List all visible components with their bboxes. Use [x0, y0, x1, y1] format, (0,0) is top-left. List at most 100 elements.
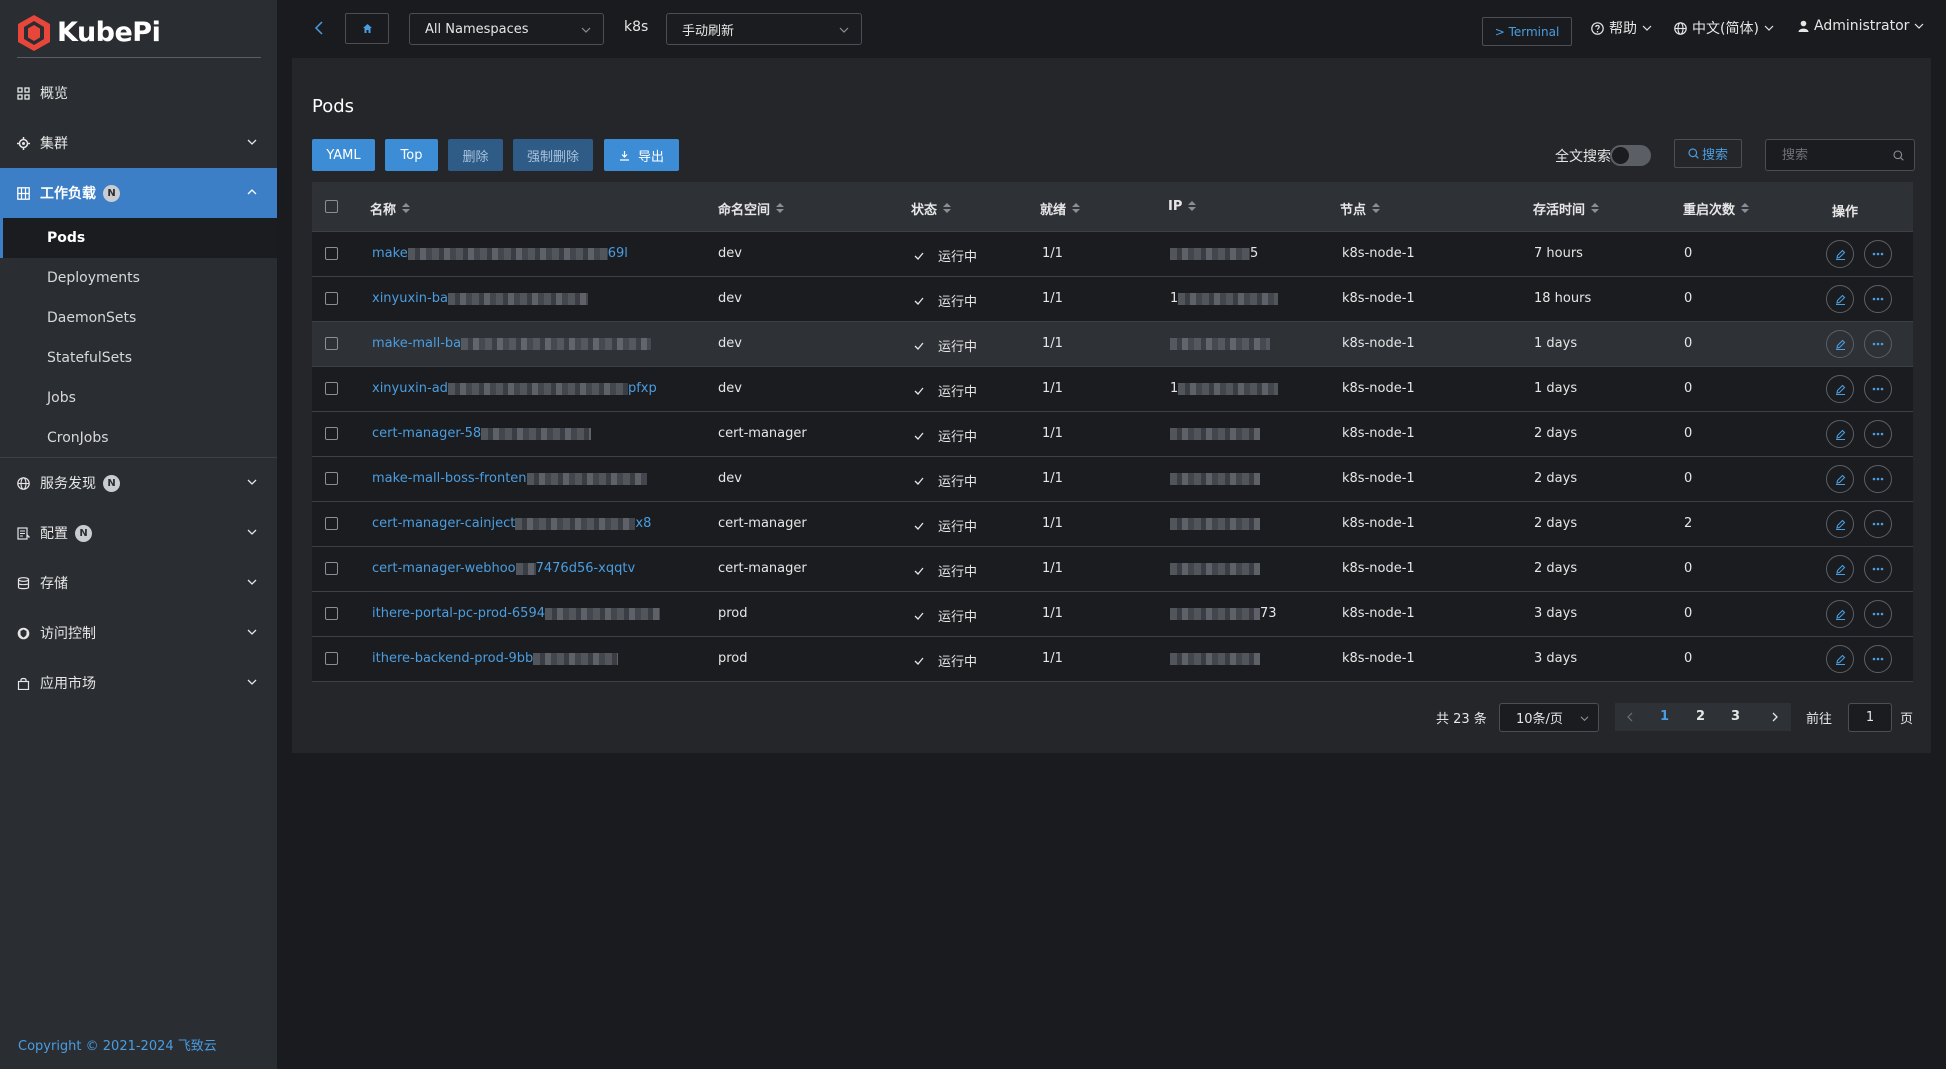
column-header-name[interactable]: 名称 — [370, 199, 411, 218]
home-button[interactable] — [345, 13, 389, 44]
more-actions-button[interactable] — [1864, 510, 1892, 538]
logo[interactable]: KubePi — [17, 8, 261, 58]
column-header-ip[interactable]: IP — [1168, 199, 1197, 214]
submenu-item-daemonsets[interactable]: DaemonSets — [0, 298, 277, 338]
copyright-link[interactable]: Copyright © 2021-2024 飞致云 — [18, 1035, 217, 1054]
search-button[interactable]: 搜索 — [1674, 139, 1742, 168]
edit-icon — [1835, 339, 1845, 350]
row-checkbox[interactable] — [325, 247, 338, 260]
sidebar-item-access-control[interactable]: 访问控制 — [0, 608, 277, 658]
more-actions-button[interactable] — [1864, 285, 1892, 313]
pod-name-link[interactable]: xinyuxin-ba — [372, 291, 588, 306]
table-row[interactable]: xinyuxin-ad pfxp dev 1/1 k8s-node-1 1 days 0 运行… — [312, 367, 1913, 412]
column-header-age[interactable]: 存活时间 — [1533, 199, 1600, 218]
pod-name-link[interactable]: ithere-portal-pc-prod-6594 — [372, 606, 660, 621]
help-menu[interactable]: 帮助 — [1591, 18, 1652, 38]
edit-button[interactable] — [1826, 555, 1854, 583]
more-actions-button[interactable] — [1864, 375, 1892, 403]
search-input[interactable] — [1766, 140, 1886, 170]
column-header-ready[interactable]: 就绪 — [1040, 199, 1081, 218]
row-checkbox[interactable] — [325, 562, 338, 575]
edit-button[interactable] — [1826, 645, 1854, 673]
page-2-button[interactable]: 2 — [1696, 709, 1705, 724]
refresh-select[interactable]: 手动刷新 — [666, 13, 862, 45]
sidebar-item-service-discovery[interactable]: 服务发现 N — [0, 458, 277, 508]
row-checkbox[interactable] — [325, 652, 338, 665]
edit-button[interactable] — [1826, 330, 1854, 358]
pod-name-link[interactable]: cert-manager-webhoo 7476d56-xqqtv — [372, 561, 635, 576]
edit-button[interactable] — [1826, 375, 1854, 403]
delete-button[interactable]: 删除 — [448, 139, 503, 171]
submenu-item-cronjobs[interactable]: CronJobs — [0, 418, 277, 458]
row-checkbox[interactable] — [325, 427, 338, 440]
pod-name-link[interactable]: cert-manager-58 — [372, 426, 592, 441]
row-checkbox[interactable] — [325, 472, 338, 485]
namespace-select[interactable]: All Namespaces — [409, 13, 604, 45]
row-checkbox[interactable] — [325, 337, 338, 350]
more-actions-button[interactable] — [1864, 645, 1892, 673]
more-actions-button[interactable] — [1864, 330, 1892, 358]
submenu-item-statefulsets[interactable]: StatefulSets — [0, 338, 277, 378]
table-row[interactable]: make-mall-ba dev 1/1 k8s-node-1 1 days 0 运行中 — [312, 322, 1913, 367]
column-header-status[interactable]: 状态 — [911, 199, 952, 218]
more-actions-button[interactable] — [1864, 555, 1892, 583]
table-row[interactable]: ithere-portal-pc-prod-6594 prod 1/1 k8s-nod… — [312, 592, 1913, 637]
select-all-checkbox[interactable] — [325, 200, 338, 213]
pod-name-link[interactable]: make-mall-ba — [372, 336, 652, 351]
row-checkbox[interactable] — [325, 517, 338, 530]
edit-button[interactable] — [1826, 285, 1854, 313]
goto-page-input[interactable]: 1 — [1848, 703, 1892, 732]
table-row[interactable]: cert-manager-webhoo 7476d56-xqqtv cert-man… — [312, 547, 1913, 592]
export-button[interactable]: 导出 — [604, 139, 679, 171]
pod-name-link[interactable]: ithere-backend-prod-9bb — [372, 651, 619, 666]
column-header-namespace[interactable]: 命名空间 — [718, 199, 785, 218]
edit-button[interactable] — [1826, 600, 1854, 628]
terminal-button[interactable]: > Terminal — [1482, 17, 1572, 46]
table-row[interactable]: make 69l dev 1/1 k8s-node-1 7 hours 0 运行中 5 — [312, 232, 1913, 277]
edit-button[interactable] — [1826, 465, 1854, 493]
top-button[interactable]: Top — [385, 139, 438, 171]
language-menu[interactable]: 中文(简体) — [1674, 18, 1774, 38]
user-menu[interactable]: Administrator — [1798, 18, 1924, 34]
sidebar-item-storage[interactable]: 存储 — [0, 558, 277, 608]
column-header-restarts[interactable]: 重启次数 — [1683, 199, 1750, 218]
fulltext-search-toggle[interactable] — [1610, 145, 1651, 166]
pod-name-link[interactable]: make 69l — [372, 246, 628, 261]
column-header-node[interactable]: 节点 — [1340, 199, 1381, 218]
sidebar-item-cluster[interactable]: 集群 — [0, 118, 277, 168]
table-row[interactable]: xinyuxin-ba dev 1/1 k8s-node-1 18 hours 0 运行中 1 — [312, 277, 1913, 322]
more-actions-button[interactable] — [1864, 600, 1892, 628]
sidebar-item-app-market[interactable]: 应用市场 — [0, 658, 277, 708]
table-row[interactable]: cert-manager-cainject x8 cert-manager 1/1 k8… — [312, 502, 1913, 547]
sidebar-item-config[interactable]: 配置 N — [0, 508, 277, 558]
force-delete-button[interactable]: 强制删除 — [513, 139, 593, 171]
sidebar-item-workload[interactable]: 工作负载 N — [0, 168, 277, 218]
edit-button[interactable] — [1826, 420, 1854, 448]
more-actions-button[interactable] — [1864, 240, 1892, 268]
row-checkbox[interactable] — [325, 292, 338, 305]
back-arrow-icon[interactable] — [312, 20, 326, 36]
table-row[interactable]: ithere-backend-prod-9bb prod 1/1 k8s-node-1… — [312, 637, 1913, 682]
submenu-item-deployments[interactable]: Deployments — [0, 258, 277, 298]
sidebar-item-overview[interactable]: 概览 — [0, 68, 277, 118]
table-row[interactable]: make-mall-boss-fronten dev 1/1 k8s-node-1 2 … — [312, 457, 1913, 502]
more-actions-button[interactable] — [1864, 465, 1892, 493]
edit-button[interactable] — [1826, 240, 1854, 268]
brand-name: KubePi — [57, 17, 161, 48]
page-1-button[interactable]: 1 — [1660, 709, 1669, 724]
table-row[interactable]: cert-manager-58 cert-manager 1/1 k8s-node-1… — [312, 412, 1913, 457]
edit-button[interactable] — [1826, 510, 1854, 538]
page-size-select[interactable]: 10条/页 — [1499, 703, 1599, 732]
submenu-item-jobs[interactable]: Jobs — [0, 378, 277, 418]
pod-name-link[interactable]: make-mall-boss-fronten — [372, 471, 647, 486]
pod-name-link[interactable]: cert-manager-cainject x8 — [372, 516, 651, 531]
more-actions-button[interactable] — [1864, 420, 1892, 448]
prev-page-icon[interactable] — [1625, 712, 1635, 722]
row-checkbox[interactable] — [325, 382, 338, 395]
submenu-item-pods[interactable]: Pods — [0, 218, 277, 258]
page-3-button[interactable]: 3 — [1731, 709, 1740, 724]
row-checkbox[interactable] — [325, 607, 338, 620]
next-page-icon[interactable] — [1770, 712, 1780, 722]
pod-name-link[interactable]: xinyuxin-ad pfxp — [372, 381, 657, 396]
yaml-button[interactable]: YAML — [312, 139, 375, 171]
